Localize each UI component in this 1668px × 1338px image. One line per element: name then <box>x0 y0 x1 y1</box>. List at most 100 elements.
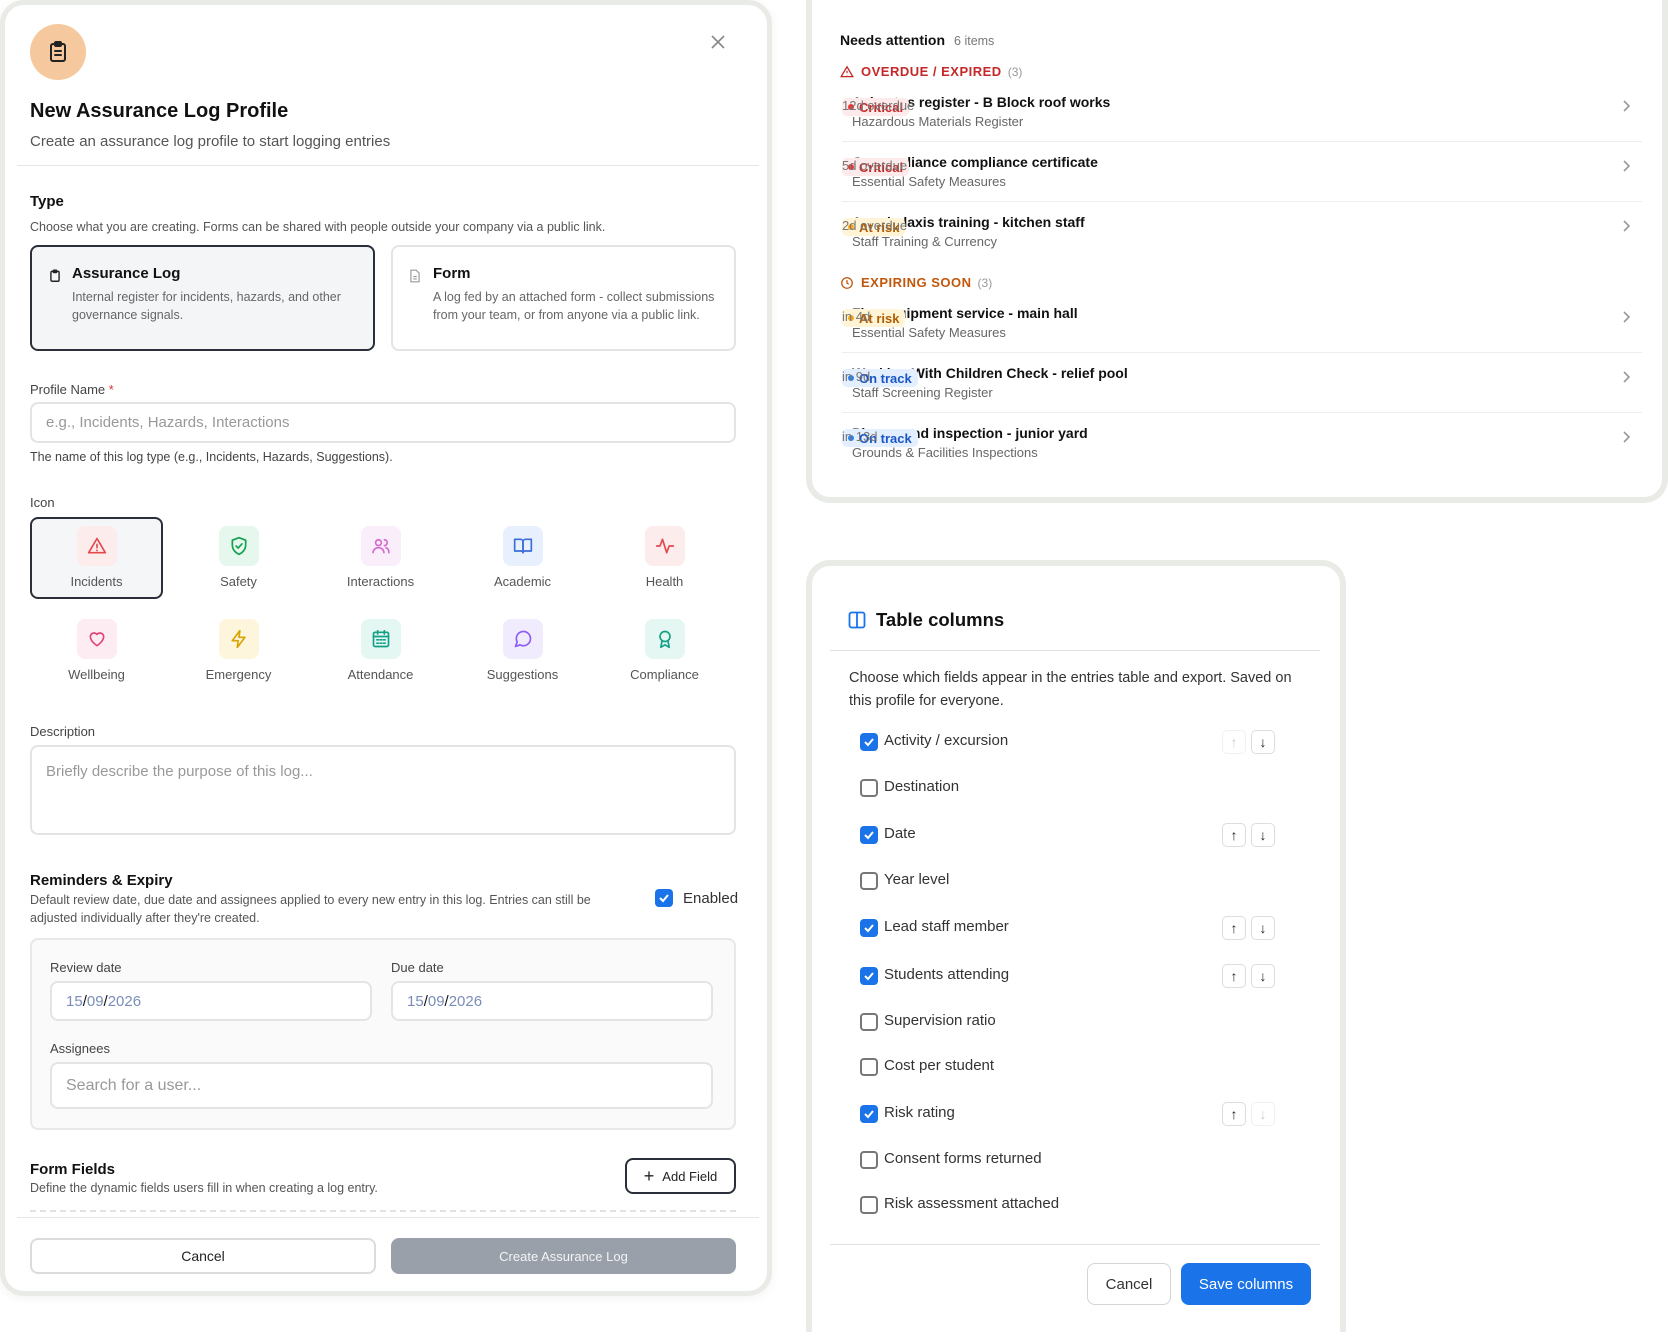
checkbox-checked[interactable] <box>860 733 878 751</box>
checkbox-checked[interactable] <box>655 889 673 907</box>
column-option[interactable]: Activity / excursion ↑ ↓ <box>860 727 1300 757</box>
attention-item[interactable]: Working With Children Check - relief poo… <box>842 355 1642 413</box>
create-assurance-log-button[interactable]: Create Assurance Log <box>391 1238 736 1274</box>
attention-item[interactable]: Fire equipment service - main hall Essent… <box>842 295 1642 353</box>
cancel-button[interactable]: Cancel <box>30 1238 376 1274</box>
column-option[interactable]: Risk assessment attached <box>860 1190 1300 1220</box>
form-fields-description: Define the dynamic fields users fill in … <box>30 1181 378 1195</box>
close-icon[interactable] <box>706 30 730 54</box>
checkbox-checked[interactable] <box>860 826 878 844</box>
icon-option-health[interactable]: Health <box>598 517 731 599</box>
attention-item[interactable]: Asbestos register - B Block roof works Ha… <box>842 84 1642 142</box>
new-profile-modal: New Assurance Log Profile Create an assu… <box>0 0 772 1296</box>
icon-option-label: Health <box>645 574 684 589</box>
profile-name-help: The name of this log type (e.g., Inciden… <box>30 450 393 464</box>
type-option-description: Internal register for incidents, hazards… <box>72 290 341 322</box>
zap-icon <box>218 619 259 659</box>
column-option[interactable]: Students attending ↑ ↓ <box>860 961 1300 991</box>
icon-option-interactions[interactable]: Interactions <box>314 517 447 599</box>
move-up-icon[interactable]: ↑ <box>1222 730 1246 754</box>
column-label: Cost per student <box>884 1057 995 1074</box>
checkbox-unchecked[interactable] <box>860 872 878 890</box>
icon-option-compliance[interactable]: Compliance <box>598 610 731 692</box>
chevron-right-icon <box>1622 220 1630 232</box>
reminders-enabled-toggle[interactable]: Enabled <box>655 889 738 907</box>
column-option[interactable]: Year level <box>860 866 1300 896</box>
attention-group-header: OVERDUE / EXPIRED (3) <box>840 64 1022 79</box>
modal-subtitle: Create an assurance log profile to start… <box>30 133 391 150</box>
icon-option-label: Suggestions <box>486 667 559 682</box>
icon-option-safety[interactable]: Safety <box>172 517 305 599</box>
column-option[interactable]: Risk rating ↑ ↓ <box>860 1099 1300 1129</box>
review-date-input[interactable]: 15/09/2026 <box>50 981 372 1021</box>
column-label: Risk rating <box>884 1104 955 1121</box>
attention-item[interactable]: Playground inspection - junior yard Groun… <box>842 415 1642 473</box>
profile-name-input[interactable]: e.g., Incidents, Hazards, Interactions <box>30 402 736 443</box>
column-option[interactable]: Supervision ratio <box>860 1007 1300 1037</box>
column-label: Activity / excursion <box>884 732 1009 749</box>
column-label: Students attending <box>884 966 1010 983</box>
needs-attention-panel: Needs attention 6 items OVERDUE / EXPIRE… <box>806 0 1668 503</box>
save-columns-button[interactable]: Save columns <box>1181 1263 1311 1305</box>
alert-triangle-icon <box>76 526 117 566</box>
checkbox-unchecked[interactable] <box>860 1058 878 1076</box>
checkbox-unchecked[interactable] <box>860 1151 878 1169</box>
award-icon <box>644 619 685 659</box>
attention-item[interactable]: Gas appliance compliance certificate Esse… <box>842 144 1642 202</box>
alert-triangle-icon <box>840 64 854 79</box>
move-down-icon[interactable]: ↓ <box>1251 916 1275 940</box>
icon-label: Icon <box>30 495 55 510</box>
checkbox-unchecked[interactable] <box>860 1013 878 1031</box>
due-date-input[interactable]: 15/09/2026 <box>391 981 713 1021</box>
checkbox-checked[interactable] <box>860 1105 878 1123</box>
checkbox-unchecked[interactable] <box>860 779 878 797</box>
chevron-right-icon <box>1622 311 1630 323</box>
column-option[interactable]: Cost per student <box>860 1052 1300 1082</box>
file-icon <box>409 269 421 283</box>
checkbox-checked[interactable] <box>860 967 878 985</box>
move-down-icon[interactable]: ↓ <box>1251 730 1275 754</box>
move-down-icon[interactable]: ↓ <box>1251 1102 1275 1126</box>
chevron-right-icon <box>1622 100 1630 112</box>
attention-item-register: Grounds & Facilities Inspections <box>852 445 1038 460</box>
add-field-button[interactable]: + Add Field <box>625 1158 736 1194</box>
due-status: 2d overdue <box>842 218 908 233</box>
attention-item-register: Staff Training & Currency <box>852 234 997 249</box>
icon-option-incidents[interactable]: Incidents <box>30 517 163 599</box>
column-option[interactable]: Lead staff member ↑ ↓ <box>860 913 1300 943</box>
icon-option-emergency[interactable]: Emergency <box>172 610 305 692</box>
assignees-search-input[interactable]: Search for a user... <box>50 1062 713 1109</box>
type-option-assurance-log[interactable]: Assurance Log Internal register for inci… <box>30 245 375 351</box>
checkbox-unchecked[interactable] <box>860 1196 878 1214</box>
column-option[interactable]: Consent forms returned <box>860 1145 1300 1175</box>
column-label: Lead staff member <box>884 918 1009 935</box>
reminders-heading: Reminders & Expiry <box>30 872 173 889</box>
move-down-icon[interactable]: ↓ <box>1251 823 1275 847</box>
heart-icon <box>76 619 117 659</box>
type-option-title: Form <box>433 265 471 282</box>
clock-icon <box>840 276 854 290</box>
icon-option-wellbeing[interactable]: Wellbeing <box>30 610 163 692</box>
icon-option-academic[interactable]: Academic <box>456 517 589 599</box>
icon-option-suggestions[interactable]: Suggestions <box>456 610 589 692</box>
due-status: in 13d <box>842 429 878 444</box>
column-option[interactable]: Destination <box>860 773 1300 803</box>
icon-option-attendance[interactable]: Attendance <box>314 610 447 692</box>
move-up-icon[interactable]: ↑ <box>1222 964 1246 988</box>
checkbox-checked[interactable] <box>860 919 878 937</box>
column-label: Consent forms returned <box>884 1150 1042 1167</box>
move-up-icon[interactable]: ↑ <box>1222 823 1246 847</box>
icon-option-label: Academic <box>493 574 552 589</box>
column-option[interactable]: Date ↑ ↓ <box>860 820 1300 850</box>
assignees-label: Assignees <box>50 1041 110 1056</box>
calendar-icon <box>360 619 401 659</box>
divider <box>17 165 759 166</box>
type-option-form[interactable]: Form A log fed by an attached form - col… <box>391 245 736 351</box>
description-textarea[interactable]: Briefly describe the purpose of this log… <box>30 745 736 835</box>
move-up-icon[interactable]: ↑ <box>1222 1102 1246 1126</box>
cancel-button[interactable]: Cancel <box>1087 1263 1171 1305</box>
move-down-icon[interactable]: ↓ <box>1251 964 1275 988</box>
move-up-icon[interactable]: ↑ <box>1222 916 1246 940</box>
attention-item[interactable]: Anaphylaxis training - kitchen staff Staf… <box>842 204 1642 262</box>
due-status: in 4d <box>842 309 871 324</box>
